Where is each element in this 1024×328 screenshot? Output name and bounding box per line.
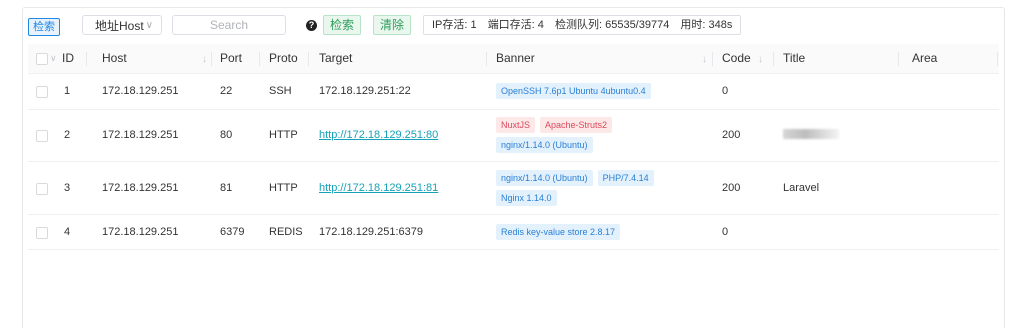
target-link[interactable]: http://172.18.129.251:80 bbox=[319, 129, 438, 141]
sort-icon[interactable]: ↓ bbox=[698, 44, 707, 74]
table-row[interactable]: 3 172.18.129.251 81 HTTP http://172.18.1… bbox=[28, 162, 999, 215]
search-mode-tag[interactable]: 检索 bbox=[28, 18, 60, 36]
cell-port: 22 bbox=[220, 85, 233, 97]
field-select-value: 地址Host bbox=[95, 19, 144, 33]
cell-target: 172.18.129.251:22 bbox=[319, 85, 411, 97]
cell-proto: HTTP bbox=[269, 129, 298, 141]
cell-banner: OpenSSH 7.6p1 Ubuntu 4ubuntu0.4 bbox=[496, 83, 656, 103]
results-panel: 检索 地址Host ∨ ? 检索 清除 IP存活: 1 端口存活: 4 检测队列… bbox=[22, 7, 1005, 328]
help-icon[interactable]: ? bbox=[306, 20, 317, 31]
cell-banner: Redis key-value store 2.8.17 bbox=[496, 224, 625, 244]
cell-port: 6379 bbox=[220, 226, 245, 238]
column-target[interactable]: Target bbox=[319, 44, 352, 73]
row-checkbox[interactable] bbox=[36, 183, 48, 195]
ip-alive-count: IP存活: 1 bbox=[432, 19, 477, 31]
column-divider[interactable] bbox=[486, 52, 487, 66]
toolbar: 检索 地址Host ∨ ? 检索 清除 IP存活: 1 端口存活: 4 检测队列… bbox=[23, 15, 1004, 37]
cell-port: 81 bbox=[220, 182, 233, 194]
column-proto[interactable]: Proto bbox=[269, 44, 298, 73]
banner-tag: nginx/1.14.0 (Ubuntu) bbox=[496, 170, 593, 186]
target-link[interactable]: http://172.18.129.251:81 bbox=[319, 182, 438, 194]
cell-proto: SSH bbox=[269, 85, 292, 97]
cell-code: 200 bbox=[722, 182, 741, 194]
banner-tag: NuxtJS bbox=[496, 117, 536, 133]
row-checkbox[interactable] bbox=[36, 130, 48, 142]
table-row[interactable]: 1 172.18.129.251 22 SSH 172.18.129.251:2… bbox=[28, 74, 999, 110]
row-checkbox[interactable] bbox=[36, 86, 48, 98]
column-port[interactable]: Port bbox=[220, 44, 242, 73]
search-button[interactable]: 检索 bbox=[323, 15, 362, 35]
cell-host: 172.18.129.251 bbox=[102, 226, 179, 238]
cell-id: 3 bbox=[64, 182, 71, 194]
column-divider[interactable] bbox=[308, 52, 309, 66]
sort-icon[interactable]: ↓ bbox=[198, 44, 207, 74]
column-title[interactable]: Title bbox=[783, 44, 805, 73]
table-row[interactable]: 4 172.18.129.251 6379 REDIS 172.18.129.2… bbox=[28, 215, 999, 250]
elapsed-time: 用时: 348s bbox=[680, 19, 733, 31]
cell-id: 1 bbox=[64, 85, 71, 97]
scan-status: IP存活: 1 端口存活: 4 检测队列: 65535/39774 用时: 34… bbox=[423, 15, 742, 35]
cell-banner: NuxtJS Apache-Struts2 nginx/1.14.0 (Ubunt… bbox=[496, 117, 696, 157]
select-all-checkbox[interactable] bbox=[36, 53, 48, 65]
column-divider[interactable] bbox=[712, 52, 713, 66]
queue-status: 检测队列: 65535/39774 bbox=[554, 19, 670, 31]
banner-tag: Nginx 1.14.0 bbox=[496, 190, 557, 206]
cell-code: 0 bbox=[722, 226, 729, 238]
cell-target: 172.18.129.251:6379 bbox=[319, 226, 423, 238]
column-divider[interactable] bbox=[211, 52, 212, 66]
results-table: ∨ ID Host ↓ Port Proto Target Banner ↓ C… bbox=[28, 44, 999, 250]
table-row[interactable]: 2 172.18.129.251 80 HTTP http://172.18.1… bbox=[28, 110, 999, 162]
column-area[interactable]: Area bbox=[912, 44, 937, 73]
redacted-title bbox=[783, 129, 839, 139]
banner-tag: PHP/7.4.14 bbox=[597, 170, 654, 186]
chevron-down-icon[interactable]: ∨ bbox=[50, 44, 57, 73]
column-divider[interactable] bbox=[997, 52, 998, 66]
column-banner[interactable]: Banner bbox=[496, 44, 535, 73]
row-checkbox[interactable] bbox=[36, 227, 48, 239]
cell-port: 80 bbox=[220, 129, 233, 141]
column-code[interactable]: Code bbox=[722, 44, 751, 73]
column-host[interactable]: Host bbox=[102, 44, 127, 73]
cell-banner: nginx/1.14.0 (Ubuntu) PHP/7.4.14 Nginx 1.… bbox=[496, 170, 706, 210]
cell-code: 0 bbox=[722, 85, 729, 97]
cell-host: 172.18.129.251 bbox=[102, 85, 179, 97]
banner-tag: OpenSSH 7.6p1 Ubuntu 4ubuntu0.4 bbox=[496, 83, 651, 99]
sort-icon[interactable]: ↓ bbox=[754, 44, 763, 74]
column-id[interactable]: ID bbox=[62, 44, 74, 73]
cell-title: Laravel bbox=[783, 182, 820, 194]
banner-tag: Apache-Struts2 bbox=[540, 117, 613, 133]
field-select[interactable]: 地址Host ∨ bbox=[82, 15, 162, 35]
column-divider[interactable] bbox=[898, 52, 899, 66]
banner-tag: nginx/1.14.0 (Ubuntu) bbox=[496, 137, 593, 153]
cell-host: 172.18.129.251 bbox=[102, 129, 179, 141]
cell-id: 4 bbox=[64, 226, 71, 238]
clear-button[interactable]: 清除 bbox=[373, 15, 412, 35]
column-divider[interactable] bbox=[86, 52, 87, 66]
banner-tag: Redis key-value store 2.8.17 bbox=[496, 224, 621, 240]
search-input[interactable] bbox=[172, 15, 286, 35]
cell-host: 172.18.129.251 bbox=[102, 182, 179, 194]
column-divider[interactable] bbox=[259, 52, 260, 66]
cell-proto: HTTP bbox=[269, 182, 298, 194]
column-divider[interactable] bbox=[773, 52, 774, 66]
cell-proto: REDIS bbox=[269, 226, 303, 238]
port-alive-count: 端口存活: 4 bbox=[487, 19, 544, 31]
cell-code: 200 bbox=[722, 129, 741, 141]
table-header: ∨ ID Host ↓ Port Proto Target Banner ↓ C… bbox=[28, 44, 999, 74]
chevron-down-icon: ∨ bbox=[145, 20, 153, 31]
cell-id: 2 bbox=[64, 129, 71, 141]
